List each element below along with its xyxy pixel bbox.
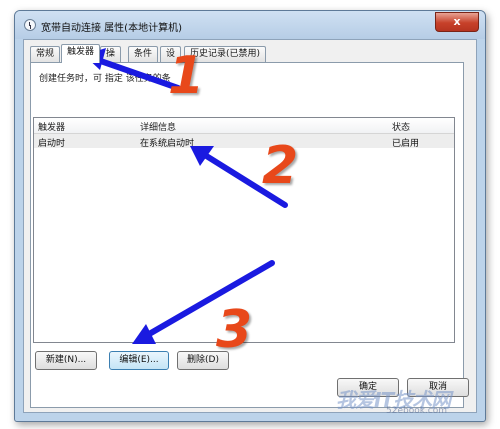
step-number-2: 2 — [262, 136, 299, 196]
step-number-1: 1 — [168, 46, 205, 106]
tab-triggers[interactable]: 触发器 — [61, 44, 101, 63]
annotation-arrows — [84, 48, 288, 344]
arrow-to-triggers-tab — [89, 55, 181, 91]
watermark-url: 52ebook.com — [386, 406, 448, 416]
arrow-to-edit-button — [141, 260, 275, 340]
step-number-3: 3 — [216, 300, 253, 360]
